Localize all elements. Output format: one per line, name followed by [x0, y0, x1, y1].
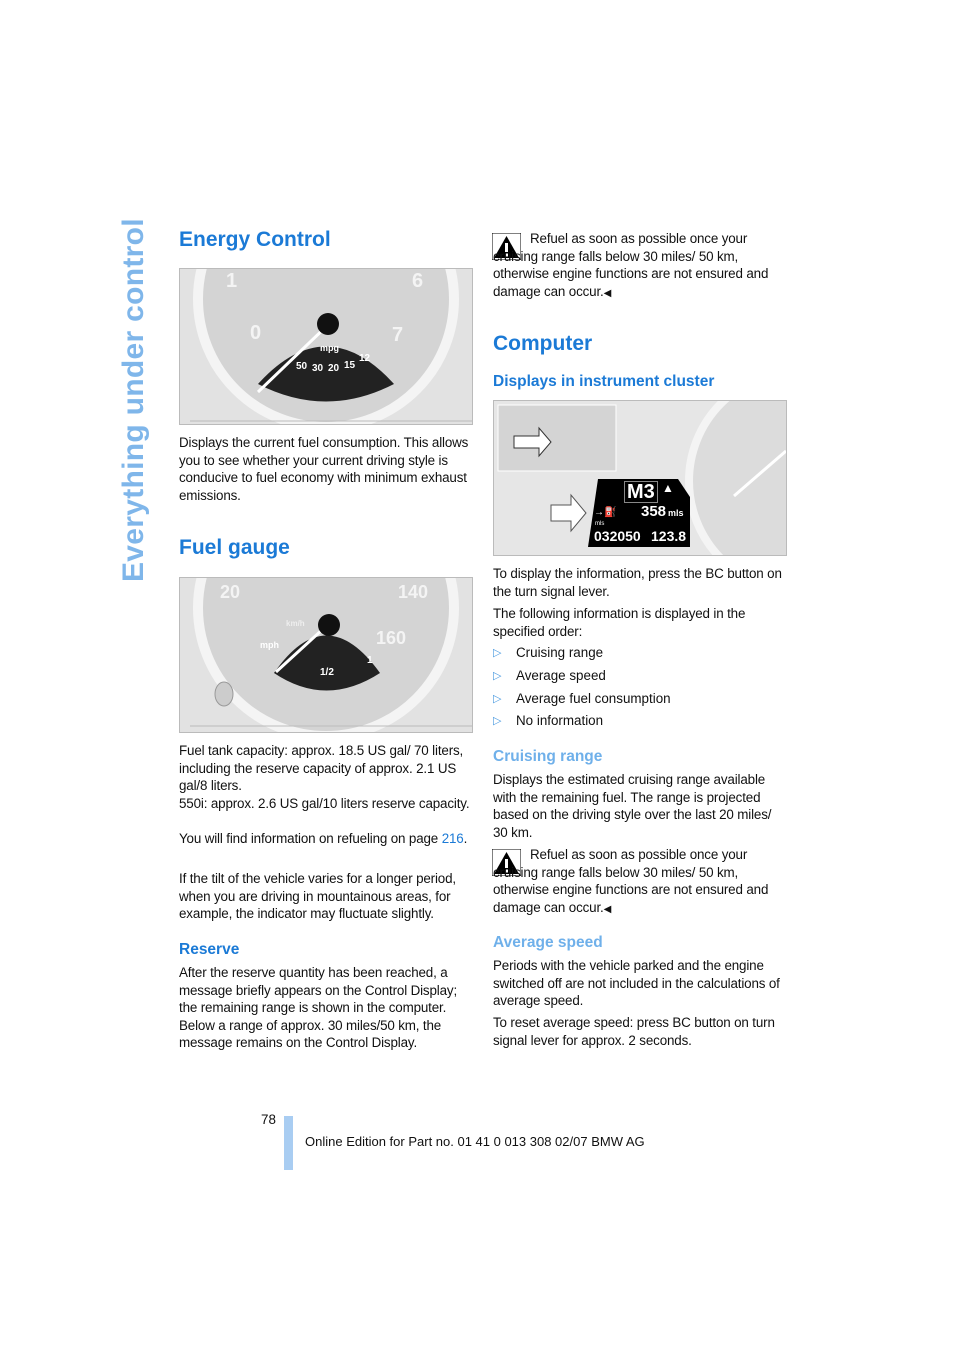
text: . — [463, 831, 468, 846]
instrument-cluster-figure: M3 ▲ →⛽ 358 mls mls 032050 123.8 — [493, 400, 787, 556]
heading-fuel-gauge: Fuel gauge — [179, 536, 290, 559]
gauge-label: 30 — [312, 363, 324, 374]
range-unit: mls — [668, 508, 684, 518]
bullet-triangle-icon: ▷ — [493, 715, 502, 727]
energy-control-figure: mpg 50 30 20 15 12 0 7 6 1 — [179, 268, 473, 425]
list-item-label: Average speed — [516, 668, 606, 683]
gauge-label: mpg — [320, 343, 339, 353]
gauge-label: 15 — [344, 360, 356, 371]
gauge-label: 1/2 — [320, 667, 334, 678]
bullet-triangle-icon: ▷ — [493, 647, 502, 659]
end-mark-icon: ◀ — [603, 287, 612, 299]
gauge-label: 50 — [296, 361, 308, 372]
warning-text: Refuel as soon as possible once your cru… — [493, 846, 789, 918]
heading-average-speed: Average speed — [493, 934, 603, 951]
gauge-label: 1 — [367, 655, 373, 666]
display-odometer: 032050 — [594, 528, 641, 544]
heading-energy-control: Energy Control — [179, 228, 331, 251]
heading-computer: Computer — [493, 332, 593, 355]
odo-unit: mls — [595, 521, 605, 527]
fuel-capacity-text: Fuel tank capacity: approx. 18.5 US gal/… — [179, 743, 464, 794]
display-trip: 123.8 — [651, 528, 687, 544]
gauge-label: km/h — [286, 619, 305, 628]
reserve-text: After the reserve quantity has been reac… — [179, 965, 458, 1051]
average-speed-text-1: Periods with the vehicle parked and the … — [493, 958, 780, 1009]
gauge-label: 0 — [250, 322, 261, 344]
text: Refuel as soon as possible once your cru… — [493, 231, 769, 299]
text: You will find information on refueling o… — [179, 831, 442, 846]
computer-text-2: The following information is displayed i… — [493, 606, 746, 639]
end-mark-icon: ◀ — [603, 903, 612, 915]
gauge-label: 7 — [392, 324, 403, 346]
display-warning-icon: ▲ — [662, 481, 674, 495]
gauge-label: mph — [260, 640, 279, 650]
list-item-label: Average fuel consumption — [516, 691, 671, 706]
gauge-label: 20 — [220, 582, 240, 602]
list-item-label: No information — [516, 713, 604, 728]
text: Refuel as soon as possible once your cru… — [493, 847, 769, 915]
gauge-label: 20 — [328, 363, 340, 374]
page-link[interactable]: 216 — [442, 831, 464, 846]
fuel-550i-text: 550i: approx. 2.6 US gal/10 liters reser… — [179, 796, 470, 811]
warning-text: Refuel as soon as possible once your cru… — [493, 230, 789, 302]
fuel-gauge-figure: 20 140 160 mph km/h 1/2 1 — [179, 577, 473, 733]
energy-control-text: Displays the current fuel consumption. T… — [179, 435, 469, 503]
footer-edition: Online Edition for Part no. 01 41 0 013 … — [305, 1134, 645, 1149]
heading-reserve: Reserve — [179, 941, 240, 958]
bullet-triangle-icon: ▷ — [493, 670, 502, 682]
gauge-label: 140 — [398, 582, 428, 602]
fuel-pump-icon: →⛽ — [594, 507, 617, 518]
heading-cruising-range: Cruising range — [493, 748, 603, 765]
range-value: 358 — [641, 503, 667, 520]
fuel-tilt-text: If the tilt of the vehicle varies for a … — [179, 871, 456, 922]
heading-displays: Displays in instrument cluster — [493, 373, 715, 390]
gauge-label: 6 — [412, 270, 423, 292]
computer-text-1: To display the information, press the BC… — [493, 566, 782, 599]
display-range: 358 mls — [641, 503, 684, 520]
footer-bar — [284, 1116, 293, 1170]
gauge-label: 12 — [359, 353, 371, 364]
manual-page: Everything under control Energy Control … — [0, 0, 954, 1351]
cruising-range-text: Displays the estimated cruising range av… — [493, 772, 772, 840]
section-side-title: Everything under control — [117, 218, 150, 582]
bullet-triangle-icon: ▷ — [493, 693, 502, 705]
fuel-refuel-text: You will find information on refueling o… — [179, 830, 471, 848]
list-item-label: Cruising range — [516, 645, 604, 660]
gauge-label: 160 — [376, 628, 406, 648]
page-number: 78 — [261, 1112, 276, 1127]
average-speed-text-2: To reset average speed: press BC button … — [493, 1015, 775, 1048]
display-mode: M3 — [624, 481, 658, 503]
gauge-label: 1 — [226, 270, 237, 292]
